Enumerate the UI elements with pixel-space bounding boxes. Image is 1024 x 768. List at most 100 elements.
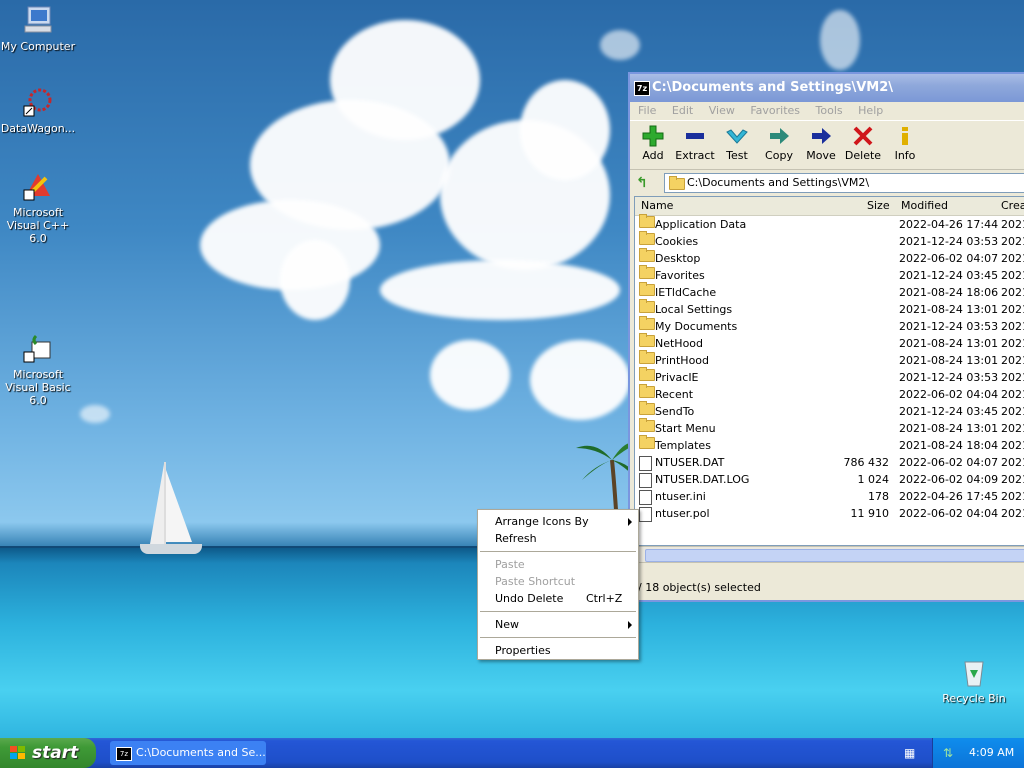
clock[interactable]: 4:09 AM xyxy=(969,738,1014,768)
table-row[interactable]: Templates 2021-08-24 18:042021- xyxy=(635,435,1024,454)
cell-created: 2021- xyxy=(1001,303,1024,316)
visual-basic-icon xyxy=(22,332,54,364)
cell-created: 2021- xyxy=(1001,218,1024,231)
column-size[interactable]: Size xyxy=(867,199,890,212)
delete-button[interactable]: Delete xyxy=(842,125,884,162)
table-row[interactable]: Favorites 2021-12-24 03:452021- xyxy=(635,265,1024,284)
cell-created: 2021- xyxy=(1001,354,1024,367)
table-row[interactable]: PrivacIE 2021-12-24 03:532021- xyxy=(635,367,1024,386)
horizontal-scrollbar[interactable] xyxy=(634,546,1024,563)
window-title: C:\Documents and Settings\VM2\ xyxy=(652,80,894,95)
table-row[interactable]: ntuser.pol 11 910 2022-06-02 04:042021- xyxy=(635,505,1024,522)
test-button[interactable]: Test xyxy=(716,125,758,162)
cell-modified: 2021-08-24 18:06 xyxy=(899,286,999,299)
extract-button[interactable]: Extract xyxy=(674,125,716,162)
table-row[interactable]: NetHood 2021-08-24 13:012021- xyxy=(635,333,1024,352)
window-titlebar[interactable]: 7z C:\Documents and Settings\VM2\ xyxy=(630,74,1024,102)
column-name[interactable]: Name xyxy=(641,199,673,212)
table-row[interactable]: Recent 2022-06-02 04:042021- xyxy=(635,384,1024,403)
cell-name: Start Menu xyxy=(655,422,716,435)
menu-favorites[interactable]: Favorites xyxy=(750,104,800,117)
cell-size: 786 432 xyxy=(843,456,890,469)
cell-name: NTUSER.DAT.LOG xyxy=(655,473,750,486)
table-row[interactable]: Application Data 2022-04-26 17:442021- xyxy=(635,214,1024,233)
cell-modified: 2021-12-24 03:45 xyxy=(899,405,999,418)
cell-created: 2021- xyxy=(1001,490,1024,503)
desktop-icon-visual-cpp[interactable]: Microsoft Visual C++ 6.0 xyxy=(0,170,78,245)
cell-modified: 2021-08-24 13:01 xyxy=(899,354,999,367)
desktop-icon-datawagon[interactable]: DataWagon... xyxy=(0,86,78,135)
scrollbar-thumb[interactable] xyxy=(645,549,1024,562)
cell-created: 2021- xyxy=(1001,252,1024,265)
file-manager-window[interactable]: 7z C:\Documents and Settings\VM2\ File E… xyxy=(628,72,1024,602)
check-icon xyxy=(716,125,758,149)
table-row[interactable]: IETldCache 2021-08-24 18:062021- xyxy=(635,282,1024,301)
table-row[interactable]: SendTo 2021-12-24 03:452021- xyxy=(635,401,1024,420)
keyboard-icon[interactable]: ▦ xyxy=(904,746,920,760)
menu-item-undo-delete[interactable]: Undo Delete Ctrl+Z xyxy=(478,590,638,607)
table-row[interactable]: ntuser.ini 178 2022-04-26 17:452021- xyxy=(635,488,1024,505)
move-arrow-icon xyxy=(800,125,842,149)
file-icon xyxy=(639,456,652,471)
table-row[interactable]: Desktop 2022-06-02 04:072021- xyxy=(635,248,1024,267)
add-button[interactable]: Add xyxy=(632,125,674,162)
table-row[interactable]: PrintHood 2021-08-24 13:012021- xyxy=(635,350,1024,369)
table-row[interactable]: NTUSER.DAT.LOG 1 024 2022-06-02 04:092021- xyxy=(635,471,1024,488)
network-icon[interactable]: ⇅ xyxy=(943,746,957,760)
cell-modified: 2021-08-24 13:01 xyxy=(899,303,999,316)
cell-name: NetHood xyxy=(655,337,704,350)
menu-view[interactable]: View xyxy=(709,104,735,117)
cell-modified: 2021-12-24 03:53 xyxy=(899,320,999,333)
menu-tools[interactable]: Tools xyxy=(816,104,843,117)
undo-shortcut: Ctrl+Z xyxy=(586,592,623,605)
address-input[interactable]: C:\Documents and Settings\VM2\ xyxy=(664,173,1024,193)
folder-icon xyxy=(639,248,655,262)
cell-size: 11 910 xyxy=(850,507,890,520)
move-button[interactable]: Move xyxy=(800,125,842,162)
file-list[interactable]: Name Size Modified Crea Application Data… xyxy=(634,196,1024,546)
info-button[interactable]: Info xyxy=(884,125,926,162)
start-button[interactable]: start xyxy=(0,738,96,768)
menu-item-properties[interactable]: Properties xyxy=(478,642,638,659)
menu-item-paste: Paste xyxy=(495,558,525,571)
column-modified[interactable]: Modified xyxy=(901,199,948,212)
desktop-icon-visual-basic[interactable]: Microsoft Visual Basic 6.0 xyxy=(0,332,78,407)
cell-created: 2021- xyxy=(1001,405,1024,418)
menu-file[interactable]: File xyxy=(638,104,656,117)
cell-name: Cookies xyxy=(655,235,699,248)
cell-modified: 2022-06-02 04:09 xyxy=(899,473,999,486)
cell-name: Favorites xyxy=(655,269,705,282)
taskbar-button-file-manager[interactable]: 7z C:\Documents and Se... xyxy=(110,741,266,765)
desktop-icon-my-computer[interactable]: My Computer xyxy=(0,4,78,53)
cell-name: Desktop xyxy=(655,252,701,265)
cell-modified: 2021-12-24 03:53 xyxy=(899,371,999,384)
menu-item-new[interactable]: New xyxy=(478,616,638,633)
cell-name: PrivacIE xyxy=(655,371,699,384)
desktop-icon-recycle-bin[interactable]: Recycle Bin xyxy=(934,656,1014,705)
folder-icon xyxy=(639,418,655,432)
table-row[interactable]: Start Menu 2021-08-24 13:012021- xyxy=(635,418,1024,437)
copy-button[interactable]: Copy xyxy=(758,125,800,162)
menu-item-refresh[interactable]: Refresh xyxy=(478,530,638,547)
cell-created: 2021- xyxy=(1001,371,1024,384)
column-created[interactable]: Crea xyxy=(1001,199,1024,212)
menu-edit[interactable]: Edit xyxy=(672,104,693,117)
7zip-app-icon: 7z xyxy=(634,81,650,96)
visual-cpp-icon xyxy=(22,170,54,202)
table-row[interactable]: Cookies 2021-12-24 03:532021- xyxy=(635,231,1024,250)
x-icon xyxy=(842,125,884,149)
menu-item-arrange-icons-by[interactable]: Arrange Icons By xyxy=(478,513,638,530)
folder-icon xyxy=(639,282,655,296)
up-folder-icon[interactable]: ↰ xyxy=(636,175,652,191)
table-row[interactable]: NTUSER.DAT 786 432 2022-06-02 04:072021- xyxy=(635,454,1024,471)
cell-created: 2021- xyxy=(1001,235,1024,248)
cell-created: 2021- xyxy=(1001,320,1024,333)
cell-name: SendTo xyxy=(655,405,695,418)
menu-help[interactable]: Help xyxy=(858,104,883,117)
cell-size: 1 024 xyxy=(857,473,890,486)
table-row[interactable]: Local Settings 2021-08-24 13:012021- xyxy=(635,299,1024,318)
cell-name: IETldCache xyxy=(655,286,717,299)
cell-modified: 2021-12-24 03:53 xyxy=(899,235,999,248)
cell-created: 2021- xyxy=(1001,456,1024,469)
table-row[interactable]: My Documents 2021-12-24 03:532021- xyxy=(635,316,1024,335)
